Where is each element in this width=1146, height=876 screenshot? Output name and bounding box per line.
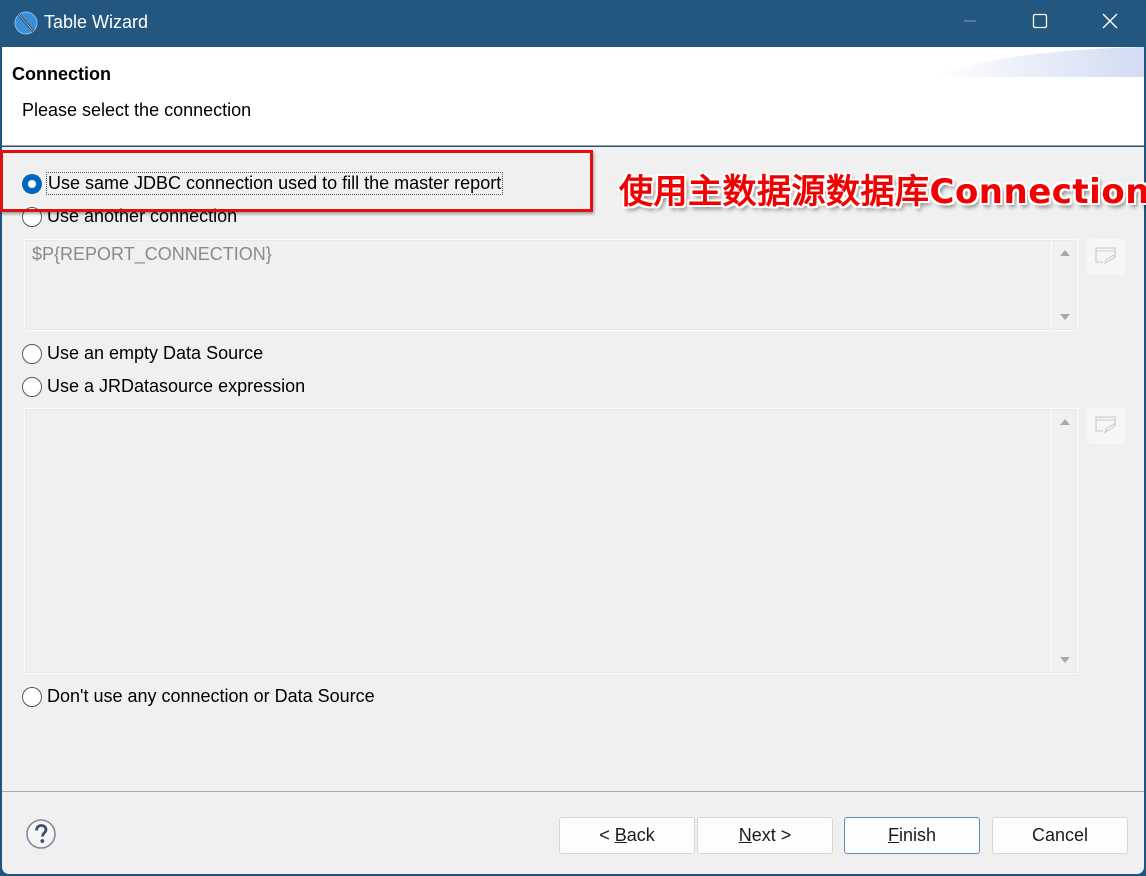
button-label-prefix: < <box>599 825 615 845</box>
scroll-down-icon[interactable] <box>1060 657 1070 663</box>
connection-expression-editor-button[interactable] <box>1087 239 1125 275</box>
scroll-down-icon[interactable] <box>1060 314 1070 320</box>
expression-editor-icon <box>1093 243 1119 272</box>
header-banner-graphic <box>934 47 1144 77</box>
page-description: Please select the connection <box>22 100 252 120</box>
close-button[interactable] <box>1075 0 1145 47</box>
scroll-up-icon[interactable] <box>1060 419 1070 425</box>
help-icon <box>25 819 57 854</box>
datasource-expression-field[interactable] <box>24 408 1078 674</box>
minimize-icon <box>962 13 978 34</box>
wizard-header: Connection Please select the connection <box>2 47 1144 146</box>
maximize-icon <box>1032 13 1048 34</box>
button-label: Cancel <box>1031 825 1089 845</box>
button-mnemonic: N <box>738 825 752 845</box>
window-title: Table Wizard <box>44 12 149 32</box>
radio-button[interactable] <box>22 686 42 707</box>
back-button[interactable]: < Back <box>559 817 695 854</box>
next-button[interactable]: Next > <box>697 817 833 854</box>
button-label-rest: ext > <box>751 825 792 845</box>
radio-no-connection[interactable]: Don't use any connection or Data Source <box>22 686 375 707</box>
radio-button[interactable] <box>22 343 42 364</box>
radio-label: Use an empty Data Source <box>47 343 264 363</box>
help-button[interactable] <box>25 818 57 850</box>
button-mnemonic: B <box>614 825 627 845</box>
radio-empty-data-source[interactable]: Use an empty Data Source <box>22 343 263 364</box>
button-label-rest: ack <box>626 825 655 845</box>
radio-label: Use a JRDatasource expression <box>47 376 306 396</box>
vertical-scrollbar[interactable] <box>1051 409 1077 673</box>
app-logo-icon <box>14 11 38 35</box>
table-wizard-window: Table Wizard Connection Please select th… <box>0 0 1146 876</box>
connection-expression-field[interactable]: $P{REPORT_CONNECTION} <box>24 239 1078 331</box>
cancel-button[interactable]: Cancel <box>992 817 1128 854</box>
radio-jrdatasource-expression[interactable]: Use a JRDatasource expression <box>22 376 305 397</box>
page-title: Connection <box>12 64 111 84</box>
close-icon <box>1101 12 1119 35</box>
annotation-text: 使用主数据源数据库Connection <box>619 172 1146 212</box>
radio-button[interactable] <box>22 376 42 397</box>
title-bar: Table Wizard <box>0 0 1146 47</box>
button-mnemonic: F <box>887 825 899 845</box>
maximize-button[interactable] <box>1005 0 1075 47</box>
button-label-rest: inish <box>898 825 937 845</box>
expression-editor-icon <box>1093 412 1119 441</box>
vertical-scrollbar[interactable] <box>1051 240 1077 330</box>
datasource-expression-editor-button[interactable] <box>1087 408 1125 444</box>
finish-button[interactable]: Finish <box>844 817 980 854</box>
annotation-highlight-box <box>0 150 593 212</box>
radio-label: Don't use any connection or Data Source <box>47 686 375 706</box>
connection-expression-value: $P{REPORT_CONNECTION} <box>32 244 272 264</box>
minimize-button[interactable] <box>935 0 1005 47</box>
scroll-up-icon[interactable] <box>1060 250 1070 256</box>
wizard-footer: < Back Next > Finish Cancel <box>2 791 1144 874</box>
